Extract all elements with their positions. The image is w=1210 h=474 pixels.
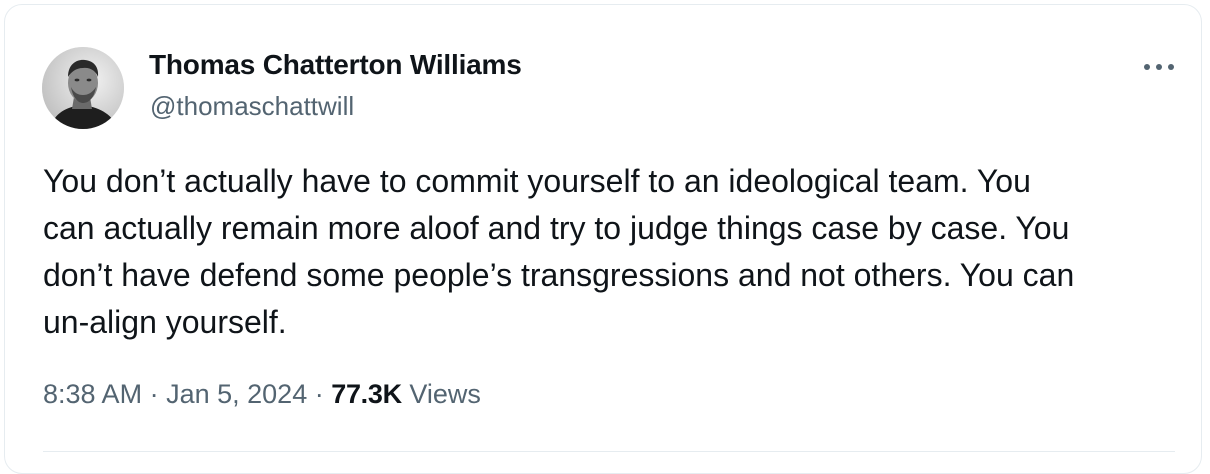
views-count: 77.3K bbox=[331, 379, 402, 409]
tweet-card: Thomas Chatterton Williams @thomaschattw… bbox=[4, 4, 1202, 474]
tweet-text-line: can actually remain more aloof and try t… bbox=[43, 210, 1070, 246]
tweet-text-line: You don’t actually have to commit yourse… bbox=[43, 163, 1031, 199]
meta-separator: · bbox=[314, 379, 324, 409]
tweet-time: 8:38 AM bbox=[43, 379, 143, 409]
tweet-text-line: un-align yourself. bbox=[43, 304, 287, 340]
tweet-date: Jan 5, 2024 bbox=[166, 379, 308, 409]
author-handle[interactable]: @thomaschattwill bbox=[150, 91, 354, 122]
avatar[interactable] bbox=[42, 47, 124, 129]
more-options-button[interactable] bbox=[1139, 53, 1179, 81]
tweet-time-link[interactable]: 8:38 AM · Jan 5, 2024 bbox=[43, 379, 307, 409]
more-horizontal-icon bbox=[1144, 64, 1174, 70]
views-link[interactable]: 77.3K Views bbox=[331, 379, 481, 409]
tweet-text: You don’t actually have to commit yourse… bbox=[43, 158, 1193, 346]
tweet-metadata: 8:38 AM · Jan 5, 2024 · 77.3K Views bbox=[43, 379, 481, 410]
divider bbox=[43, 451, 1175, 452]
meta-separator: · bbox=[149, 379, 159, 409]
tweet-text-line: don’t have defend some people’s transgre… bbox=[43, 257, 1075, 293]
avatar-photo bbox=[42, 47, 124, 129]
author-name[interactable]: Thomas Chatterton Williams bbox=[149, 49, 522, 81]
views-label: Views bbox=[409, 379, 481, 409]
